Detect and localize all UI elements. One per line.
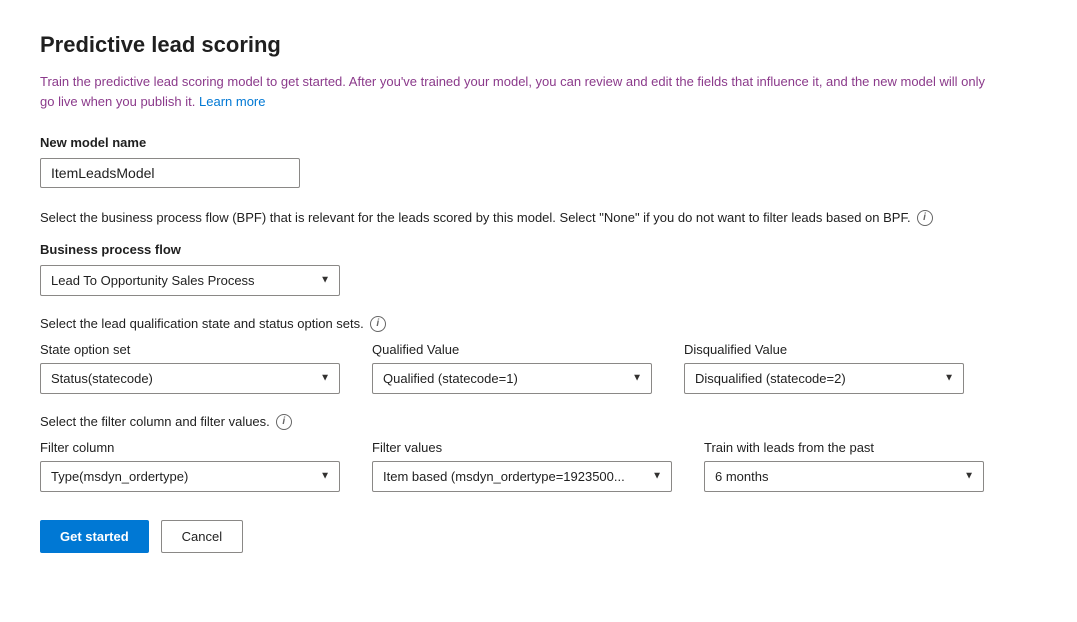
- state-dropdown-wrapper: Status(statecode) ▼: [40, 363, 340, 394]
- bpf-info-icon: i: [917, 210, 933, 226]
- qualified-dropdown[interactable]: Qualified (statecode=1): [372, 363, 652, 394]
- model-name-label: New model name: [40, 135, 1037, 150]
- model-name-input[interactable]: [40, 158, 300, 188]
- button-row: Get started Cancel: [40, 520, 1037, 553]
- state-label: State option set: [40, 342, 340, 357]
- page-title: Predictive lead scoring: [40, 32, 1037, 58]
- filter-col-dropdown-wrapper: Type(msdyn_ordertype) ▼: [40, 461, 340, 492]
- filter-val-dropdown-wrapper: Item based (msdyn_ordertype=1923500... ▼: [372, 461, 672, 492]
- bpf-dropdown-wrapper: Lead To Opportunity Sales Process None ▼: [40, 265, 340, 296]
- filter-val-label: Filter values: [372, 440, 672, 455]
- state-group: State option set Status(statecode) ▼: [40, 342, 340, 394]
- state-dropdown[interactable]: Status(statecode): [40, 363, 340, 394]
- disqualified-group: Disqualified Value Disqualified (stateco…: [684, 342, 964, 394]
- description-main: Train the predictive lead scoring model …: [40, 74, 985, 109]
- filter-val-dropdown[interactable]: Item based (msdyn_ordertype=1923500...: [372, 461, 672, 492]
- qualification-info-icon: i: [370, 316, 386, 332]
- disqualified-dropdown[interactable]: Disqualified (statecode=2): [684, 363, 964, 394]
- disqualified-dropdown-wrapper: Disqualified (statecode=2) ▼: [684, 363, 964, 394]
- bpf-note: Select the business process flow (BPF) t…: [40, 208, 1020, 228]
- months-label: Train with leads from the past: [704, 440, 984, 455]
- qualified-label: Qualified Value: [372, 342, 652, 357]
- cancel-button[interactable]: Cancel: [161, 520, 243, 553]
- months-group: Train with leads from the past 6 months …: [704, 440, 984, 492]
- disqualified-label: Disqualified Value: [684, 342, 964, 357]
- qualified-dropdown-wrapper: Qualified (statecode=1) ▼: [372, 363, 652, 394]
- months-dropdown[interactable]: 6 months 3 months 12 months 24 months: [704, 461, 984, 492]
- description-text: Train the predictive lead scoring model …: [40, 72, 1000, 111]
- months-dropdown-wrapper: 6 months 3 months 12 months 24 months ▼: [704, 461, 984, 492]
- filter-note: Select the filter column and filter valu…: [40, 414, 1037, 430]
- qualified-group: Qualified Value Qualified (statecode=1) …: [372, 342, 652, 394]
- bpf-dropdown[interactable]: Lead To Opportunity Sales Process None: [40, 265, 340, 296]
- filter-col-group: Filter column Type(msdyn_ordertype) ▼: [40, 440, 340, 492]
- learn-more-link[interactable]: Learn more: [199, 94, 265, 109]
- filter-col-label: Filter column: [40, 440, 340, 455]
- filter-val-group: Filter values Item based (msdyn_ordertyp…: [372, 440, 672, 492]
- get-started-button[interactable]: Get started: [40, 520, 149, 553]
- filter-col-dropdown[interactable]: Type(msdyn_ordertype): [40, 461, 340, 492]
- bpf-label: Business process flow: [40, 242, 1037, 257]
- filter-info-icon: i: [276, 414, 292, 430]
- qualification-note: Select the lead qualification state and …: [40, 316, 1037, 332]
